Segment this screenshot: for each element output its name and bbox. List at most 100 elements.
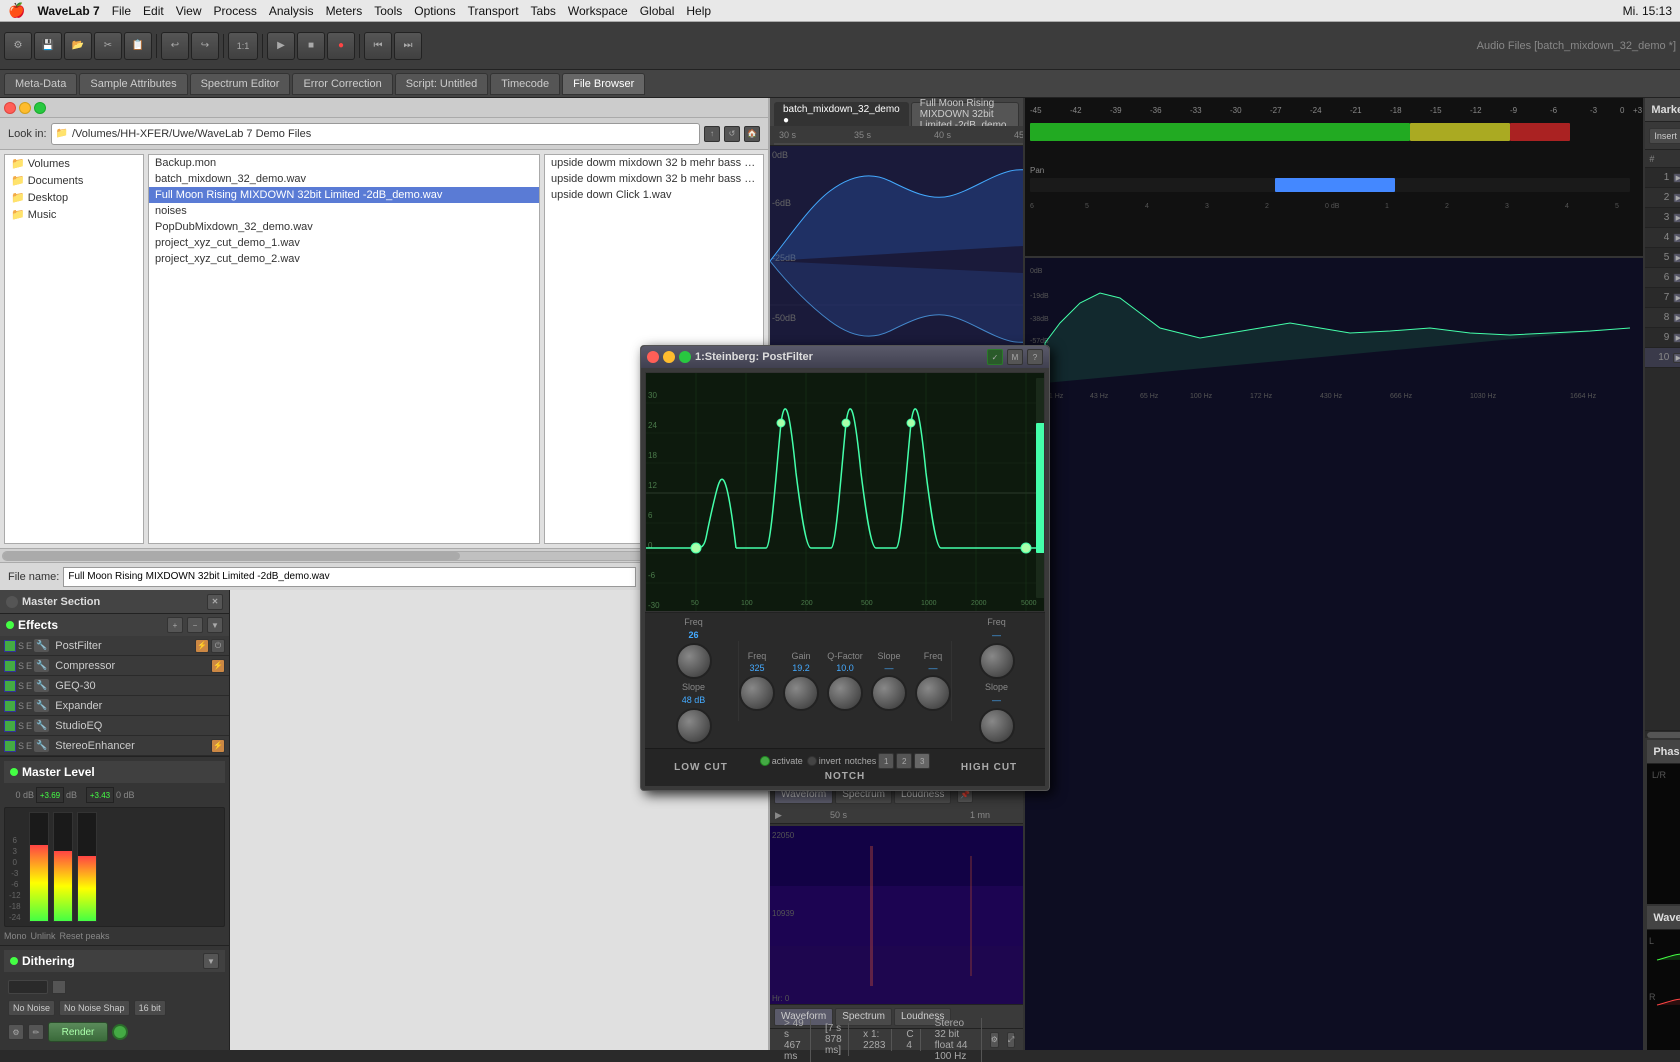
reset-peaks-btn[interactable]: Reset peaks bbox=[60, 931, 110, 941]
apple-menu[interactable]: 🍎 bbox=[8, 2, 25, 19]
effect-orange-postfilter[interactable]: ⚡ bbox=[195, 639, 209, 653]
effect-orange-compressor[interactable]: ⚡ bbox=[211, 659, 225, 673]
file-item-project1[interactable]: project_xyz_cut_demo_1.wav bbox=[149, 235, 539, 251]
effect-e-compressor[interactable]: E bbox=[26, 661, 32, 671]
file-item-popdub[interactable]: PopDubMixdown_32_demo.wav bbox=[149, 219, 539, 235]
menu-global[interactable]: Global bbox=[640, 4, 675, 18]
marker-icon-6a[interactable]: ▶ bbox=[1673, 273, 1680, 283]
dithering-menu[interactable]: ▼ bbox=[203, 953, 219, 969]
render-green-btn[interactable] bbox=[112, 1024, 128, 1040]
track-tab-batch[interactable]: batch_mixdown_32_demo ● bbox=[774, 102, 909, 126]
dithering-16bit[interactable]: 16 bit bbox=[134, 1000, 166, 1016]
tab-file-browser[interactable]: File Browser bbox=[562, 73, 645, 95]
effects-remove[interactable]: − bbox=[187, 617, 203, 633]
effect-name-compressor[interactable]: Compressor bbox=[51, 660, 209, 672]
menu-tools[interactable]: Tools bbox=[374, 4, 402, 18]
filename-input[interactable] bbox=[63, 567, 636, 587]
dithering-toggle[interactable] bbox=[52, 980, 66, 994]
marker-icon-9a[interactable]: ▶ bbox=[1673, 333, 1680, 343]
toolbar-play[interactable]: ▶ bbox=[267, 32, 295, 60]
toolbar-record[interactable]: ● bbox=[327, 32, 355, 60]
marker-row-6[interactable]: 6 ▶ ▶ ⚑ tik tok in 2 mn 1 s 830 ms bbox=[1645, 268, 1680, 288]
marker-row-10[interactable]: 10 ▶ ▶ ⚑ www.ubass.de 3 mn 36 s bbox=[1645, 348, 1680, 368]
maximize-btn[interactable] bbox=[34, 102, 46, 114]
effect-s-compressor[interactable]: S bbox=[18, 661, 24, 671]
effects-header[interactable]: Effects + − ▼ bbox=[0, 614, 229, 636]
notch-count-3[interactable]: 3 bbox=[914, 753, 930, 769]
master-level-header[interactable]: Master Level bbox=[4, 761, 225, 783]
marker-row-8[interactable]: 8 ▶ ▶ ⚑ outro 3 mn 15 s 666 ms bbox=[1645, 308, 1680, 328]
master-section-close[interactable]: ✕ bbox=[207, 594, 223, 610]
track-tab-fullmoon[interactable]: Full Moon Rising MIXDOWN 32bit Limited -… bbox=[911, 102, 1020, 126]
look-in-btn-home[interactable]: 🏠 bbox=[744, 126, 760, 142]
menu-edit[interactable]: Edit bbox=[143, 4, 164, 18]
file-item-project2[interactable]: project_xyz_cut_demo_2.wav bbox=[149, 251, 539, 267]
dithering-no-noise[interactable]: No Noise bbox=[8, 1000, 55, 1016]
level-value-2[interactable]: +3.43 bbox=[86, 787, 114, 803]
marker-icon-7a[interactable]: ▶ bbox=[1673, 293, 1680, 303]
notch-count-1[interactable]: 1 bbox=[878, 753, 894, 769]
notch-freq-knob[interactable] bbox=[739, 675, 775, 711]
effect-check-compressor[interactable] bbox=[4, 660, 16, 672]
toolbar-btn-2[interactable]: 💾 bbox=[34, 32, 62, 60]
toolbar-undo[interactable]: ↩ bbox=[161, 32, 189, 60]
status-expand-icon[interactable]: ⤢ bbox=[1007, 1032, 1015, 1048]
effect-name-expander[interactable]: Expander bbox=[51, 700, 225, 712]
effect-check-postfilter[interactable] bbox=[4, 640, 16, 652]
file-item-fullmoon[interactable]: Full Moon Rising MIXDOWN 32bit Limited -… bbox=[149, 187, 539, 203]
effects-menu[interactable]: ▼ bbox=[207, 617, 223, 633]
effect-e-stereoenhancer[interactable]: E bbox=[26, 741, 32, 751]
effect-check-geq[interactable] bbox=[4, 680, 16, 692]
postfilter-power[interactable]: ✓ bbox=[987, 349, 1003, 365]
effect-check-stereoenhancer[interactable] bbox=[4, 740, 16, 752]
effect-name-stereoenhancer[interactable]: StereoEnhancer bbox=[51, 740, 209, 752]
right-file-3[interactable]: upside down Click 1.wav bbox=[545, 187, 763, 203]
tree-volumes[interactable]: 📁Volumes bbox=[5, 155, 143, 172]
tab-spectrum-editor[interactable]: Spectrum Editor bbox=[190, 73, 291, 95]
toolbar-redo[interactable]: ↪ bbox=[191, 32, 219, 60]
tree-documents[interactable]: 📁Documents bbox=[5, 172, 143, 189]
menu-transport[interactable]: Transport bbox=[468, 4, 519, 18]
tab-timecode[interactable]: Timecode bbox=[490, 73, 560, 95]
tab-meta-data[interactable]: Meta-Data bbox=[4, 73, 77, 95]
right-file-1[interactable]: upside dowm mixdown 32 b mehr bass limit… bbox=[545, 155, 763, 171]
markers-insert-btn[interactable]: Insert bbox=[1649, 128, 1680, 144]
marker-icon-2a[interactable]: ▶ bbox=[1673, 193, 1680, 203]
minimize-btn[interactable] bbox=[19, 102, 31, 114]
close-btn[interactable] bbox=[4, 102, 16, 114]
effect-e-postfilter[interactable]: E bbox=[26, 641, 32, 651]
marker-row-4[interactable]: 4 ▶ ▶ ⚑ main theme out 1 mn 17 s 528 ms bbox=[1645, 228, 1680, 248]
tab-error-correction[interactable]: Error Correction bbox=[292, 73, 392, 95]
toolbar-prev[interactable]: ⏮ bbox=[364, 32, 392, 60]
menu-file[interactable]: File bbox=[112, 4, 131, 18]
menu-meters[interactable]: Meters bbox=[326, 4, 363, 18]
toolbar-zoom-1-1[interactable]: 1:1 bbox=[228, 32, 258, 60]
tab-script-untitled[interactable]: Script: Untitled bbox=[395, 73, 489, 95]
marker-row-5[interactable]: 5 ▶ ▶ ⚑ 1 mn 47 s 79 ms bbox=[1645, 248, 1680, 268]
menu-analysis[interactable]: Analysis bbox=[269, 4, 314, 18]
highcut-slope-knob[interactable] bbox=[979, 708, 1015, 744]
postfilter-titlebar[interactable]: 1:Steinberg: PostFilter ✓ M ? bbox=[641, 346, 1049, 368]
postfilter-close[interactable] bbox=[647, 351, 659, 363]
postfilter-minimize[interactable] bbox=[663, 351, 675, 363]
effect-s-postfilter[interactable]: S bbox=[18, 641, 24, 651]
effect-s-stereoenhancer[interactable]: S bbox=[18, 741, 24, 751]
effect-name-studioeq[interactable]: StudioEQ bbox=[51, 720, 225, 732]
file-item-backup[interactable]: Backup.mon bbox=[149, 155, 539, 171]
effect-power-postfilter[interactable]: ⏻ bbox=[211, 639, 225, 653]
render-settings-btn[interactable]: ⚙ bbox=[8, 1024, 24, 1040]
toolbar-stop[interactable]: ■ bbox=[297, 32, 325, 60]
lowcut-freq-knob[interactable] bbox=[676, 643, 712, 679]
master-section-collapse[interactable] bbox=[6, 596, 18, 608]
right-file-2[interactable]: upside dowm mixdown 32 b mehr bass limit… bbox=[545, 171, 763, 187]
marker-row-2[interactable]: 2 ▶ ▶ ⚑ 47 s 982 ms bbox=[1645, 188, 1680, 208]
toolbar-btn-1[interactable]: ⚙ bbox=[4, 32, 32, 60]
file-item-batch[interactable]: batch_mixdown_32_demo.wav bbox=[149, 171, 539, 187]
render-button[interactable]: Render bbox=[48, 1022, 108, 1042]
notch-invert-led[interactable] bbox=[807, 756, 817, 766]
marker-icon-4a[interactable]: ▶ bbox=[1673, 233, 1680, 243]
toolbar-next[interactable]: ⏭ bbox=[394, 32, 422, 60]
toolbar-btn-5[interactable]: 📋 bbox=[124, 32, 152, 60]
marker-row-3[interactable]: 3 ▶ ▶ ⚑ main theme in 1 mn 2 s 768 ms bbox=[1645, 208, 1680, 228]
marker-icon-3a[interactable]: ▶ bbox=[1673, 213, 1680, 223]
